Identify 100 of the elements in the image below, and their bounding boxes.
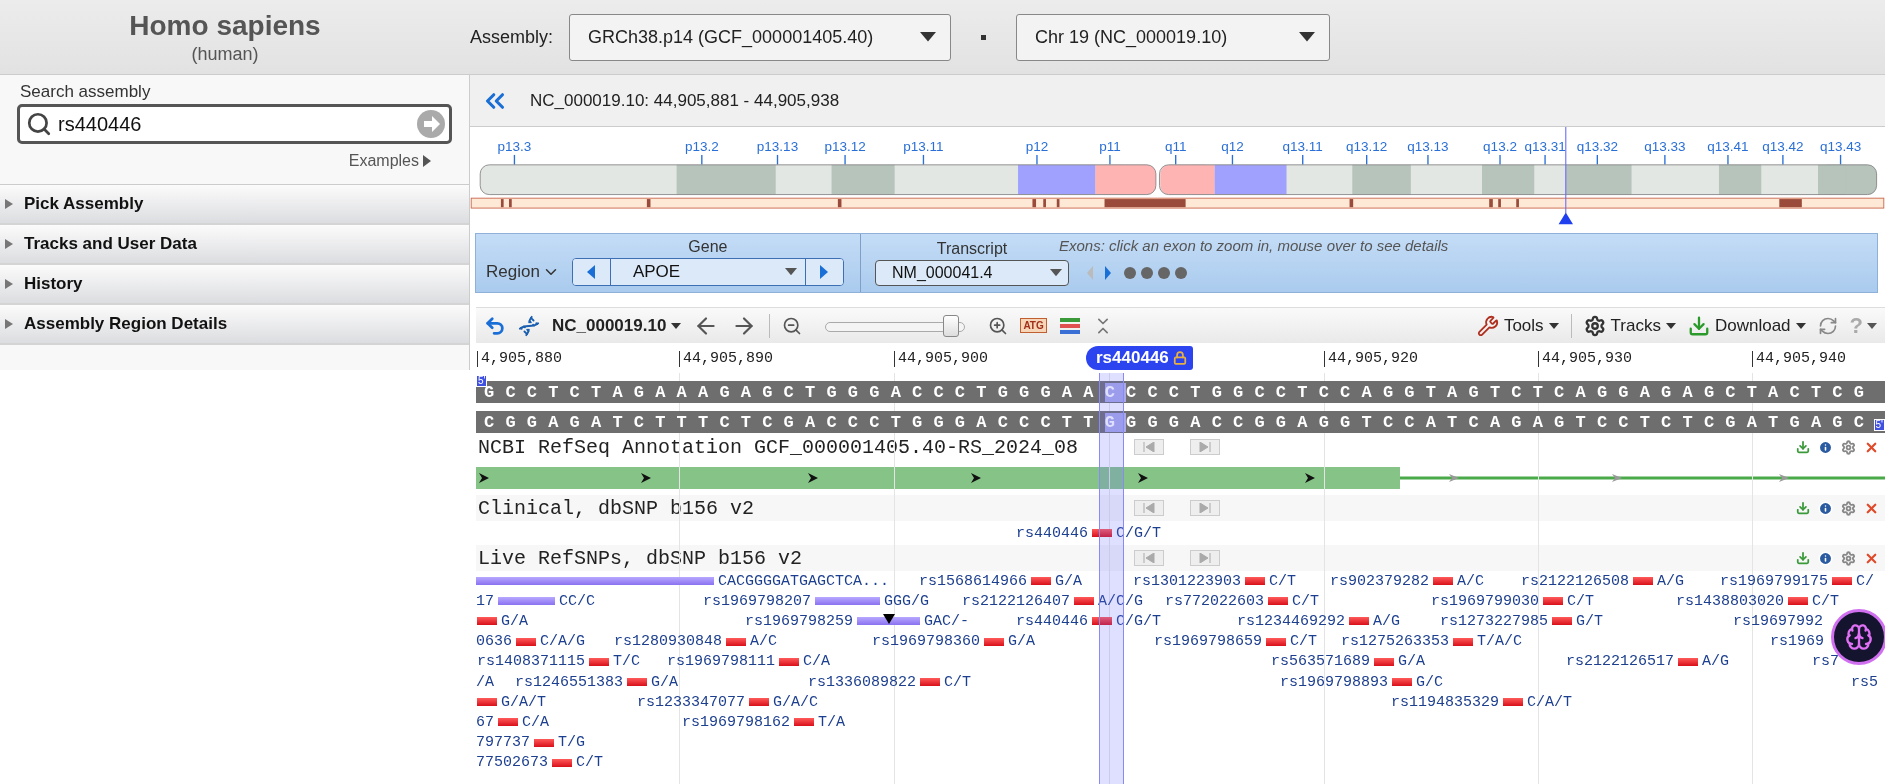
variant-label: rs1969799030 (1431, 593, 1540, 609)
variant-label: rs1969798111 (667, 654, 776, 670)
allele-label: G/A (501, 613, 528, 629)
band-label: q12 (1221, 139, 1244, 155)
tools-menu[interactable]: Tools (1476, 314, 1559, 337)
band-label: q13.33 (1644, 139, 1686, 155)
variant-label: 797737 (476, 735, 530, 751)
allele-label: C/ (1856, 573, 1875, 589)
assembly-dropdown[interactable]: GRCh38.p14 (GCF_000001405.40) (569, 13, 952, 61)
ruler-label: 44,905,920 (1324, 351, 1418, 367)
base-letters: CCCTGGCCTCCAGGTAGTCTCAGGAGAGCTACTCG (1126, 382, 1876, 402)
allele-label: C/G/T (1116, 613, 1162, 629)
allele-label: G/A/T (501, 694, 546, 710)
allele-label: C/T (944, 674, 972, 690)
variant-marker-tag[interactable]: rs440446 (1086, 346, 1193, 370)
variant-label: rs1969798207 (703, 593, 812, 609)
variant-label: rs563571689 (1271, 654, 1371, 670)
exons-hint: Exons: click an exon to zoom in, mouse over to see details (1059, 237, 1449, 254)
transcript-dropdown[interactable]: NM_000041.4 (875, 260, 1069, 286)
band-label: q13.31 (1524, 139, 1566, 155)
gene-label: Gene (688, 238, 728, 256)
allele-label: G/T (1576, 613, 1604, 629)
base-letters: GGGACCGGAGGTCCATCAGAGTCCTCTCGATGAGC (1126, 412, 1876, 432)
variant-label: rs1275263353 (1341, 634, 1450, 650)
examples-link[interactable]: Examples (348, 152, 431, 170)
sequence-menu[interactable]: NC_000019.10 (552, 315, 682, 336)
variant-label: 17 (476, 593, 494, 609)
band-label: p13.3 (497, 139, 532, 155)
variant-label: 77502673 (476, 755, 548, 771)
variant-label: rs1969799175 (1720, 573, 1829, 589)
tracks-menu[interactable]: Tracks (1583, 314, 1676, 337)
allele-label: A/G (1702, 654, 1730, 670)
variant-label: rs1194835329 (1391, 694, 1500, 710)
variant-label: rs1969798162 (682, 714, 791, 730)
variant-label: rs1408371115 (477, 654, 586, 670)
band-label: q13.2 (1483, 139, 1517, 155)
variant-label: rs1336089822 (808, 674, 917, 690)
ruler-label: 44,905,890 (679, 351, 773, 367)
common-name: (human) (191, 43, 259, 65)
species-title: Homo sapiens (129, 9, 321, 42)
band-label: p13.2 (684, 139, 719, 155)
variant-label: rs1969798659 (1154, 634, 1263, 650)
allele-label: C/T (1292, 593, 1320, 609)
transcript-label: Transcript (936, 240, 1008, 258)
download-menu[interactable]: Download (1687, 314, 1806, 337)
allele-label: T/A/C (1477, 634, 1523, 650)
allele-label: A/C (750, 634, 778, 650)
chromosome-dropdown[interactable]: Chr 19 (NC_000019.10) (1016, 13, 1331, 61)
region-menu[interactable]: Region (486, 262, 560, 286)
allele-label: G/C (1416, 674, 1444, 690)
allele-label: G/A (1055, 573, 1083, 589)
allele-label: CC/C (559, 593, 596, 609)
allele-label: C/G/T (1116, 525, 1162, 541)
strand-end-label: 5' (476, 375, 488, 387)
variant-label: rs1234469292 (1237, 613, 1346, 629)
variant-label: rs1301223903 (1133, 573, 1242, 589)
variant-label: rs2122126407 (962, 593, 1071, 609)
band-label: q13.11 (1282, 139, 1323, 155)
allele-label: T/C (613, 654, 641, 670)
sequence-button[interactable]: ATG (1020, 318, 1047, 333)
variant-label: rs1246551383 (515, 674, 624, 690)
search-field[interactable]: rs440446 (17, 104, 452, 144)
band-label: q13.12 (1346, 139, 1388, 155)
band-label: p13.11 (903, 139, 944, 155)
band-label: p13.12 (824, 139, 866, 155)
allele-label: C/T (1567, 593, 1595, 609)
allele-label: G/A (651, 674, 679, 690)
ruler-label: 44,905,940 (1752, 351, 1846, 367)
band-label: q13.32 (1576, 139, 1618, 155)
allele-label: G/A (1008, 634, 1036, 650)
variant-label: rs1969798259 (745, 613, 854, 629)
band-label: p11 (1099, 139, 1121, 155)
variant-label: rs1280930848 (614, 634, 723, 650)
track-title: NCBI RefSeq Annotation GCF_000001405.40-RS_2024_08 (477, 435, 1080, 459)
allele-label: T/A (818, 714, 846, 730)
band-label: p13.13 (756, 139, 799, 155)
band-label: q11 (1164, 139, 1187, 155)
track-title: Clinical, dbSNP b156 v2 (477, 496, 756, 520)
allele-label: C/A/G (540, 634, 586, 650)
variant-label: rs772022603 (1165, 593, 1265, 609)
allele-label: C/A/T (1527, 694, 1573, 710)
band-label: p12 (1025, 139, 1049, 155)
allele-label: GGG/G (884, 593, 930, 609)
highlighted-base: G (1104, 412, 1127, 432)
allele-label: A/G (1373, 613, 1401, 629)
allele-label: C/T (1269, 573, 1297, 589)
assembly-label: Assembly: (470, 26, 554, 48)
ruler-label: 44,905,900 (894, 351, 988, 367)
allele-label: G/A (1398, 654, 1426, 670)
highlighted-base: C (1104, 382, 1127, 402)
search-label: Search assembly (20, 82, 152, 102)
allele-label: C/T (1812, 593, 1840, 609)
variant-label: rs1969 (1770, 634, 1824, 650)
base-letters: CGGAGATCTTTCTCGACCCTGGGACCCTT (484, 412, 1105, 432)
allele-label: A/G (1657, 573, 1685, 589)
band-label: q13.13 (1407, 139, 1449, 155)
allele-label: GAC/- (924, 613, 970, 629)
allele-label: A/C (1457, 573, 1485, 589)
variant-label: rs2122126508 (1521, 573, 1630, 589)
ruler-label: 4,905,880 (477, 351, 562, 367)
